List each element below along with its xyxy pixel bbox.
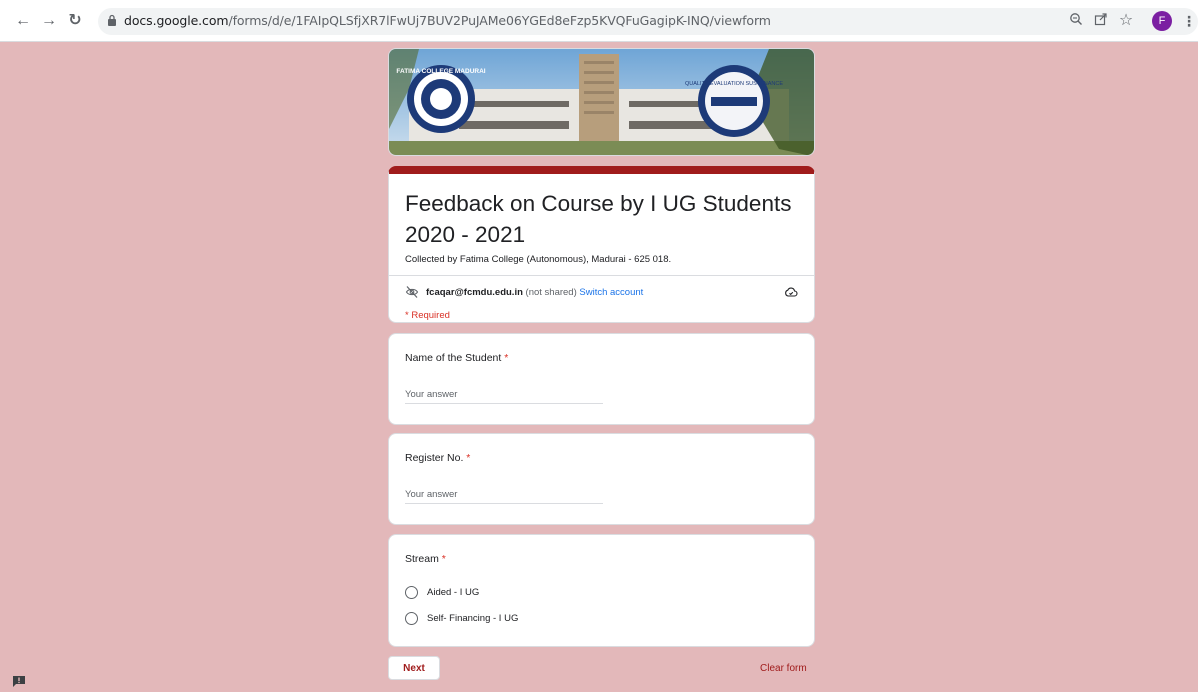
profile-avatar[interactable]: F <box>1152 11 1172 31</box>
banner-logo-text-left: FATIMA COLLEGE MADURAI <box>396 68 485 75</box>
question-card-name: Name of the Student * <box>388 333 815 425</box>
radio-label: Aided - I UG <box>427 586 480 598</box>
radio-button[interactable] <box>405 611 418 625</box>
zoom-icon[interactable] <box>1067 12 1085 30</box>
next-button[interactable]: Next <box>388 656 440 680</box>
radio-label: Self- Financing - I UG <box>427 612 519 624</box>
report-feedback-icon[interactable] <box>12 675 26 687</box>
student-name-input[interactable] <box>405 386 603 404</box>
required-asterisk: * <box>441 553 446 565</box>
required-asterisk: * <box>504 352 509 364</box>
question-label: Register No. * <box>405 452 470 464</box>
banner-logo-text-right: QUALITY EVALUATION SUSTENANCE <box>685 81 783 87</box>
question-label: Stream * <box>405 553 446 565</box>
url-path: /forms/d/e/1FAIpQLSfjXR7lFwUj7BUV2PuJAMe… <box>228 13 771 28</box>
url-host: docs.google.com <box>124 13 229 28</box>
reload-icon[interactable]: ↻ <box>66 12 84 30</box>
switch-account-link[interactable]: Switch account <box>579 287 643 298</box>
radio-option-aided[interactable]: Aided - I UG <box>405 584 479 600</box>
url-text[interactable]: docs.google.com/forms/d/e/1FAIpQLSfjXR7l… <box>124 13 771 28</box>
radio-button[interactable] <box>405 585 418 599</box>
back-arrow-icon[interactable]: ← <box>14 12 32 30</box>
form-header-image: FATIMA COLLEGE MADURAI QUALITY EVALUATIO… <box>388 48 815 156</box>
question-card-register-no: Register No. * <box>388 433 815 525</box>
lock-icon <box>108 14 116 26</box>
share-icon[interactable] <box>1092 12 1110 30</box>
question-text: Name of the Student <box>405 352 505 364</box>
form-title: Feedback on Course by I UG Students 2020… <box>405 191 792 247</box>
question-card-stream: Stream * Aided - I UG Self- Financing - … <box>388 534 815 647</box>
form-title-card: Feedback on Course by I UG Students 2020… <box>388 166 815 323</box>
account-email: fcaqar@fcmdu.edu.in <box>426 287 523 298</box>
divider <box>389 275 814 276</box>
cloud-save-icon <box>785 287 798 297</box>
account-info: fcaqar@fcmdu.edu.in (not shared) Switch … <box>426 287 643 298</box>
browser-menu-icon[interactable]: ⋮ <box>1182 11 1196 31</box>
star-icon[interactable]: ☆ <box>1117 12 1135 30</box>
radio-option-self-financing[interactable]: Self- Financing - I UG <box>405 610 518 626</box>
required-note: * Required <box>405 310 450 321</box>
question-text: Register No. <box>405 452 467 464</box>
register-no-input[interactable] <box>405 486 603 504</box>
question-text: Stream <box>405 553 442 565</box>
question-label: Name of the Student * <box>405 352 508 364</box>
clear-form-button[interactable]: Clear form <box>760 663 807 674</box>
forward-arrow-icon[interactable]: → <box>40 12 58 30</box>
browser-toolbar: ← → ↻ docs.google.com/forms/d/e/1FAIpQLS… <box>0 0 1198 42</box>
required-asterisk: * <box>466 452 471 464</box>
form-description: Collected by Fatima College (Autonomous)… <box>405 254 672 265</box>
eye-off-icon <box>405 286 419 298</box>
not-shared-text: (not shared) <box>522 287 580 298</box>
